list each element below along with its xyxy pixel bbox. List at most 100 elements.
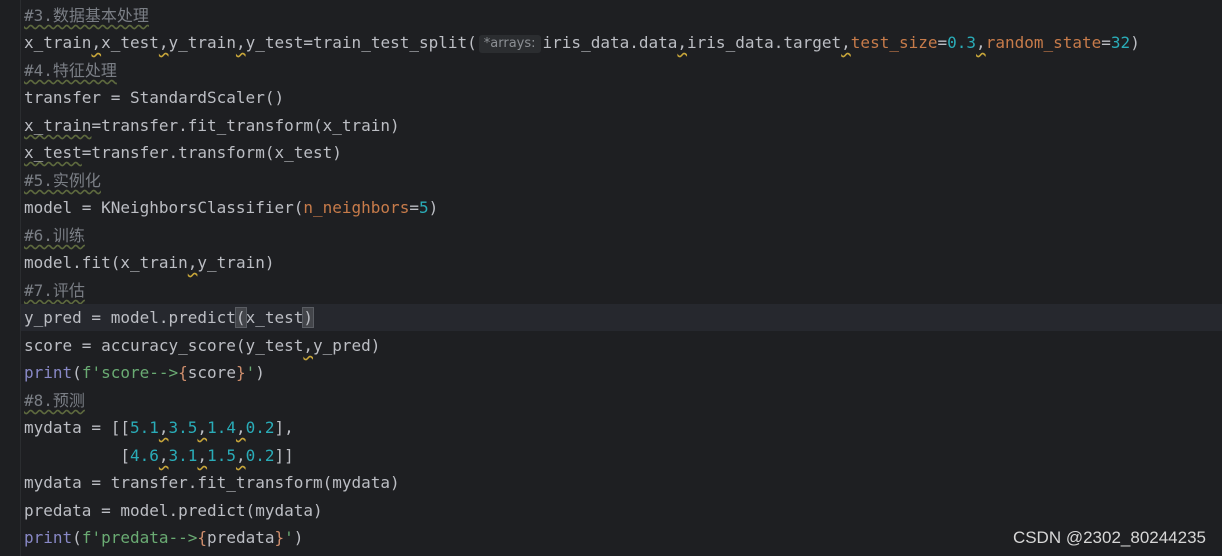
number-literal: 1.5 (207, 446, 236, 465)
number-literal: 3.1 (168, 446, 198, 465)
comment: #7.评估 (24, 281, 85, 300)
builtin-function: print (24, 363, 73, 382)
code-line-comment-8[interactable]: #8.预测 (24, 387, 85, 414)
number-literal: 4.6 (129, 446, 159, 465)
code-token: transfer = StandardScaler() (24, 88, 285, 107)
code-line-print-score[interactable]: print(f'score-->{score}') (24, 359, 265, 386)
fstring-brace: { (197, 528, 208, 547)
code-token: y_train (168, 33, 236, 52)
code-line-comment-4[interactable]: #4.特征处理 (24, 57, 117, 84)
code-line-mydata-1[interactable]: mydata = [[5.1,3.5,1.4,0.2], (24, 414, 294, 441)
code-line-predata[interactable]: predata = model.predict(mydata) (24, 497, 323, 524)
code-token: ( (72, 363, 82, 382)
code-line-train-test-split[interactable]: x_train,x_test,y_train,y_test=train_test… (24, 29, 1140, 56)
code-token: mydata = [[ (24, 418, 130, 437)
code-line-print-predata[interactable]: print(f'predata-->{predata}') (24, 524, 303, 551)
code-token: predata (207, 528, 275, 547)
comment: #8.预测 (24, 391, 85, 410)
string-literal: ' (245, 363, 256, 382)
number-literal: 0.2 (245, 446, 275, 465)
code-token: ) (428, 198, 439, 217)
code-line-predict-current[interactable]: y_pred = model.predict(x_test) (21, 304, 1222, 331)
code-token: = (937, 33, 948, 52)
code-token: iris_data.target (687, 33, 842, 52)
code-token: ) (255, 363, 265, 382)
number-literal: 5.1 (129, 418, 159, 437)
comma-token: , (677, 33, 688, 52)
comment: #5.实例化 (24, 171, 101, 190)
comma-token: , (841, 33, 851, 52)
code-token: = (409, 198, 419, 217)
fstring-brace: { (178, 363, 188, 382)
comma-token: , (303, 336, 313, 355)
code-line-x-train[interactable]: x_train=transfer.fit_transform(x_train) (24, 112, 400, 139)
code-token: score (187, 363, 236, 382)
keyword-argument: random_state (985, 33, 1102, 52)
keyword-argument: test_size (850, 33, 938, 52)
comment: #6.训练 (24, 226, 85, 245)
comma-token: , (187, 253, 198, 272)
code-line-score[interactable]: score = accuracy_score(y_test,y_pred) (24, 332, 380, 359)
code-token: [ (24, 446, 130, 465)
code-line-comment-7[interactable]: #7.评估 (24, 277, 85, 304)
string-literal: ' (284, 528, 294, 547)
code-token: y_pred) (313, 336, 381, 355)
code-token: mydata = transfer.fit_transform(mydata) (24, 473, 400, 492)
comma-token: , (91, 33, 102, 52)
comma-token: , (158, 446, 169, 465)
comma-token: , (235, 446, 246, 465)
fstring-brace: } (235, 363, 246, 382)
watermark: CSDN @2302_80244235 (1012, 528, 1206, 547)
comma-token: , (235, 418, 246, 437)
code-token: ( (72, 528, 82, 547)
code-line-model[interactable]: model = KNeighborsClassifier(n_neighbors… (24, 194, 438, 221)
comma-token: , (158, 418, 169, 437)
code-token: =transfer.fit_transform(x_train) (91, 116, 400, 135)
string-literal: f'predata--> (81, 528, 198, 547)
number-literal: 32 (1110, 33, 1131, 52)
code-token: y_test=train_test_split( (245, 33, 477, 52)
code-token: =transfer.transform(x_test) (81, 143, 342, 162)
number-literal: 5 (418, 198, 429, 217)
code-token: score = accuracy_score(y_test (24, 336, 304, 355)
code-line-comment-5[interactable]: #5.实例化 (24, 167, 101, 194)
code-token: ], (274, 418, 294, 437)
number-literal: 1.4 (207, 418, 236, 437)
keyword-argument: n_neighbors (303, 198, 410, 217)
comma-token: , (235, 33, 246, 52)
code-token: x_test (24, 143, 82, 162)
code-line-x-test[interactable]: x_test=transfer.transform(x_test) (24, 139, 342, 166)
code-token: predata = model.predict(mydata) (24, 501, 323, 520)
gutter-divider (20, 0, 21, 556)
code-editor[interactable]: #3.数据基本处理 x_train,x_test,y_train,y_test=… (0, 0, 1222, 556)
number-literal: 0.2 (245, 418, 275, 437)
comment: #4.特征处理 (24, 61, 117, 80)
builtin-function: print (24, 528, 73, 547)
number-literal: 3.5 (168, 418, 198, 437)
code-token: model.fit(x_train (24, 253, 188, 272)
comma-token: , (158, 33, 169, 52)
code-line-fit[interactable]: model.fit(x_train,y_train) (24, 249, 274, 276)
string-literal: f'score--> (81, 363, 179, 382)
code-line-mydata-2[interactable]: [4.6,3.1,1.5,0.2]] (24, 442, 293, 469)
code-token: x_test (245, 308, 304, 327)
comment: #3.数据基本处理 (24, 6, 149, 25)
code-token: y_pred = model.predict (24, 308, 236, 327)
code-token: x_train (24, 33, 92, 52)
parameter-hint: *arrays: (478, 35, 541, 53)
comma-token: , (197, 418, 208, 437)
code-line-mydata-transform[interactable]: mydata = transfer.fit_transform(mydata) (24, 469, 400, 496)
code-token: x_test (101, 33, 159, 52)
code-token: x_train (24, 116, 92, 135)
code-token: ) (1130, 33, 1140, 52)
fstring-brace: } (274, 528, 285, 547)
matched-paren: ) (302, 307, 314, 328)
code-line-comment-3[interactable]: #3.数据基本处理 (24, 2, 149, 29)
comma-token: , (976, 33, 986, 52)
number-literal: 0.3 (947, 33, 977, 52)
code-token: = (1101, 33, 1111, 52)
code-token: y_train) (197, 253, 275, 272)
code-line-transfer[interactable]: transfer = StandardScaler() (24, 84, 284, 111)
code-token: iris_data.data (542, 33, 678, 52)
code-line-comment-6[interactable]: #6.训练 (24, 222, 85, 249)
